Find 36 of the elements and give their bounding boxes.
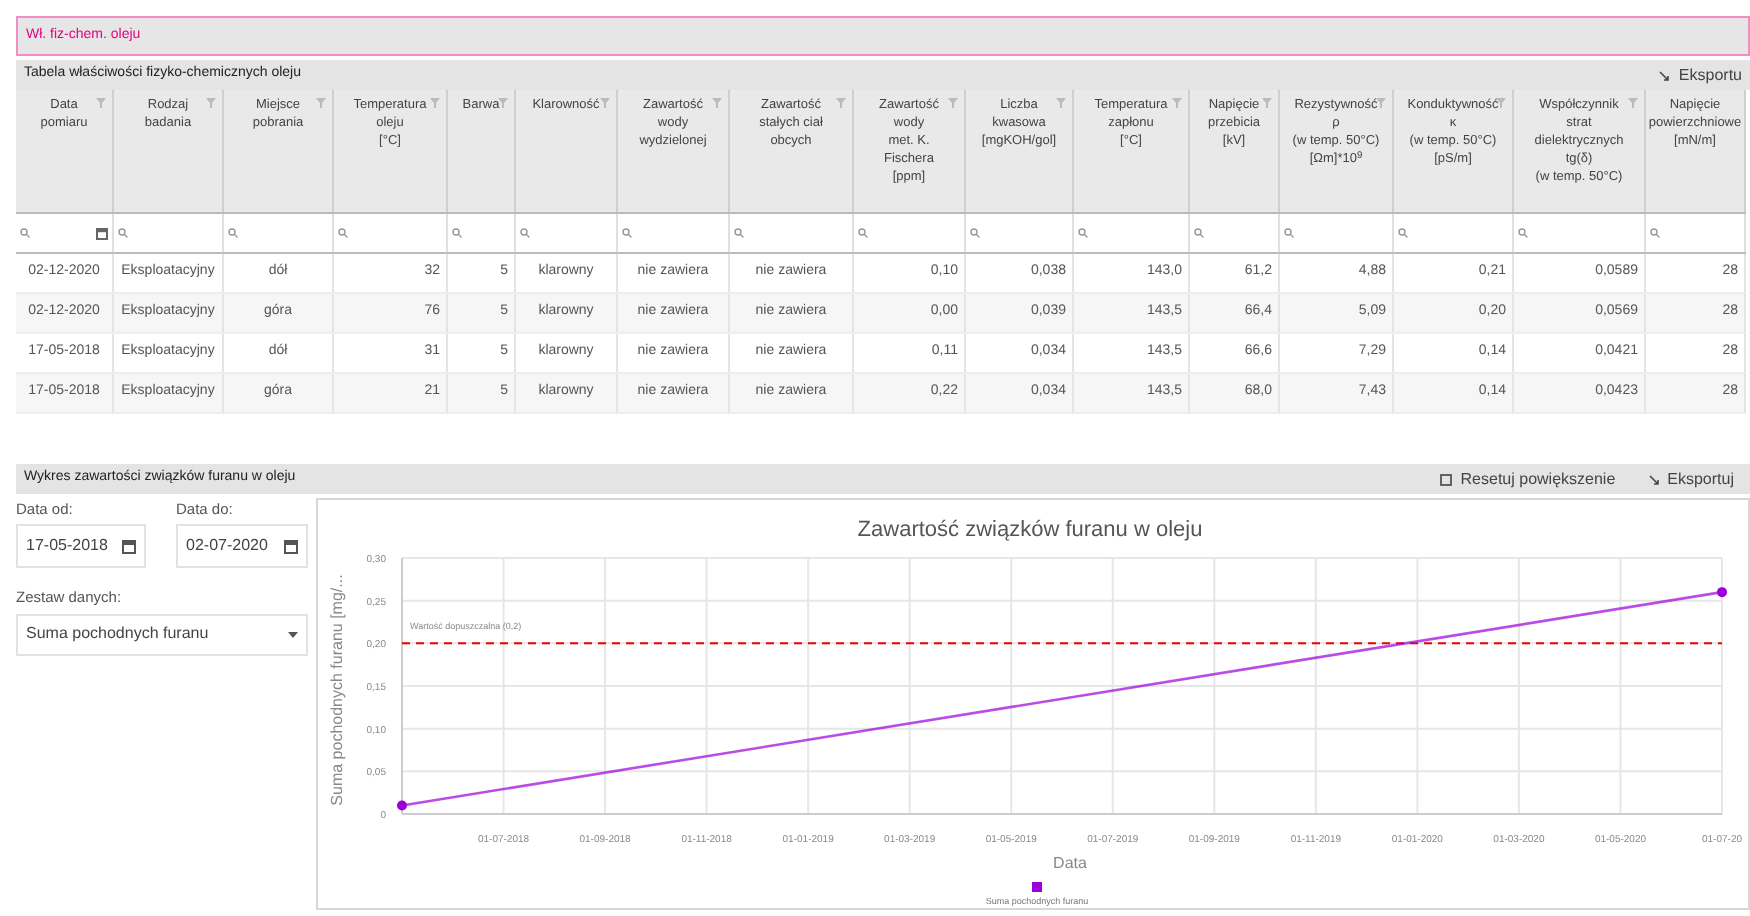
- search-icon: [118, 228, 128, 238]
- search-icon: [1518, 228, 1528, 238]
- chart-title: Zawartość związków furanu w oleju: [857, 518, 1203, 542]
- search-icon: [20, 228, 30, 238]
- search-icon: [734, 228, 744, 238]
- export-icon: [1658, 69, 1671, 81]
- search-icon: [1078, 228, 1088, 238]
- search-icon: [338, 228, 348, 238]
- legend-swatch[interactable]: [1032, 882, 1042, 892]
- search-icon: [970, 228, 980, 238]
- filter-icon[interactable]: [1496, 98, 1506, 108]
- export-button[interactable]: Eksportu: [1658, 63, 1742, 87]
- date-from-field[interactable]: 17-05-2018: [16, 524, 146, 569]
- caret-icon: [288, 631, 298, 637]
- zoom-reset-icon: [1440, 473, 1453, 485]
- search-icon: [452, 228, 462, 238]
- export-icon: [1647, 473, 1660, 485]
- data-point: [1717, 587, 1727, 598]
- search-icon: [858, 228, 868, 238]
- search-icon: [1194, 228, 1204, 238]
- reset-zoom-button[interactable]: Resetuj powiększenie: [1440, 467, 1616, 491]
- search-icon: [520, 228, 530, 238]
- export-button[interactable]: Eksportuj: [1647, 467, 1734, 491]
- search-icon: [1284, 228, 1294, 238]
- search-icon: [228, 228, 238, 238]
- calendar-icon: [122, 539, 136, 554]
- search-icon: [1398, 228, 1408, 238]
- search-icon: [622, 228, 632, 238]
- calendar-icon[interactable]: [96, 227, 108, 239]
- calendar-icon: [284, 539, 298, 554]
- search-icon: [1650, 228, 1660, 238]
- x-axis-title: Data: [1053, 854, 1087, 872]
- date-to-field[interactable]: 02-07-2020: [176, 524, 308, 569]
- y-axis-title: Suma pochodnych furanu [mg/...: [328, 574, 346, 806]
- data-point: [397, 800, 407, 811]
- dataset-dropdown[interactable]: Suma pochodnych furanu: [16, 613, 308, 655]
